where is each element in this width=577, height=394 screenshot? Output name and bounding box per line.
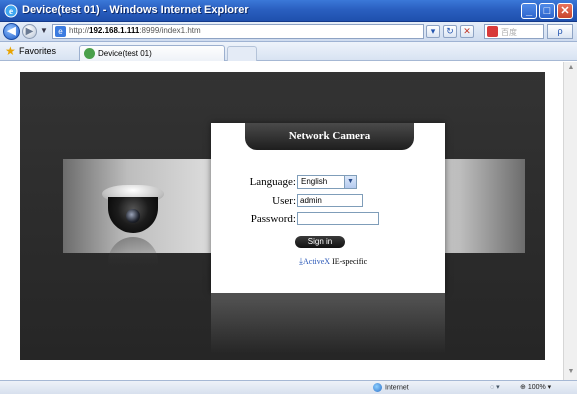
search-provider-icon	[487, 26, 498, 37]
page-icon	[84, 48, 95, 59]
zone-label: Internet	[385, 384, 409, 392]
password-field[interactable]	[297, 212, 379, 225]
scroll-up-icon[interactable]: ▲	[566, 64, 576, 71]
chevron-down-icon[interactable]: ▼	[344, 176, 356, 188]
chevron-down-icon: ▾	[430, 26, 436, 36]
navigation-bar: ◀ ▶ ▼ e http://192.168.1.111:8999/index1…	[0, 22, 577, 42]
forward-button[interactable]: ▶	[22, 24, 37, 39]
minimize-button[interactable]: _	[521, 3, 537, 19]
login-stage: Network Camera Language: English ▼ User:…	[20, 72, 545, 360]
security-zone[interactable]: Internet	[373, 383, 409, 392]
url-prefix: http://	[69, 26, 90, 35]
close-button[interactable]: ✕	[557, 3, 573, 19]
favorites-button[interactable]: Favorites	[19, 46, 56, 56]
address-dropdown-button[interactable]: ▾	[426, 25, 440, 38]
url-host: 192.168.1.111	[89, 26, 140, 35]
refresh-icon: ↻	[446, 26, 454, 36]
language-select[interactable]: English ▼	[297, 175, 357, 189]
stop-button[interactable]: ✕	[460, 25, 474, 38]
star-icon[interactable]: ★	[5, 45, 17, 57]
arrow-left-icon: ◀	[7, 25, 16, 37]
svg-text:e: e	[9, 6, 13, 16]
zoom-level[interactable]: ⊕ 100% ▾	[520, 383, 551, 391]
refresh-button[interactable]: ↻	[443, 25, 457, 38]
search-icon: ρ	[557, 26, 563, 36]
camera-reflection	[108, 237, 158, 267]
activex-note: IE-specific	[330, 257, 368, 266]
camera-image	[98, 185, 168, 273]
camera-lens	[126, 209, 140, 223]
search-input[interactable]: 百度	[484, 24, 544, 39]
activex-link[interactable]: ActiveX	[303, 257, 330, 266]
ie-icon: e	[4, 4, 18, 18]
scroll-down-icon[interactable]: ▼	[566, 368, 576, 375]
vertical-scrollbar[interactable]: ▲ ▼	[563, 62, 577, 380]
language-label: Language:	[249, 176, 296, 188]
login-panel: Network Camera Language: English ▼ User:…	[211, 123, 445, 293]
url-path: :8999/index1.htm	[139, 26, 201, 35]
language-value: English	[301, 177, 328, 186]
sign-in-button[interactable]: Sign in	[295, 236, 345, 248]
password-label: Password:	[250, 213, 296, 225]
arrow-right-icon: ▶	[25, 26, 34, 37]
search-button[interactable]: ρ	[547, 24, 573, 39]
status-bar: Internet ◌ ▾ ⊕ 100% ▾	[0, 380, 577, 394]
maximize-button[interactable]: □	[539, 3, 555, 19]
address-bar[interactable]: e http://192.168.1.111:8999/index1.htm	[52, 24, 424, 39]
history-dropdown-icon[interactable]: ▼	[40, 26, 48, 35]
user-label: User:	[272, 195, 296, 207]
search-placeholder: 百度	[501, 28, 517, 37]
panel-title: Network Camera	[245, 123, 414, 150]
title-bar: e Device(test 01) - Windows Internet Exp…	[0, 0, 577, 22]
back-button[interactable]: ◀	[3, 23, 20, 40]
stop-icon: ✕	[463, 26, 471, 36]
window-title: Device(test 01) - Windows Internet Explo…	[22, 4, 249, 16]
address-url[interactable]: http://192.168.1.111:8999/index1.htm	[69, 26, 201, 35]
page-icon: e	[55, 26, 66, 37]
globe-icon	[373, 383, 382, 392]
new-tab-button[interactable]	[227, 46, 257, 61]
tab-device[interactable]: Device(test 01)	[79, 45, 225, 61]
zoom-value: 100%	[527, 384, 546, 391]
favorites-bar: ★ Favorites Device(test 01)	[0, 42, 577, 61]
activex-download: ⤓ActiveX IE-specific	[299, 256, 367, 267]
tab-label: Device(test 01)	[98, 49, 152, 58]
page-content: Network Camera Language: English ▼ User:…	[0, 62, 563, 380]
protected-mode-icon[interactable]: ◌ ▾	[490, 383, 500, 391]
user-field[interactable]: admin	[297, 194, 363, 207]
panel-reflection	[211, 293, 445, 353]
